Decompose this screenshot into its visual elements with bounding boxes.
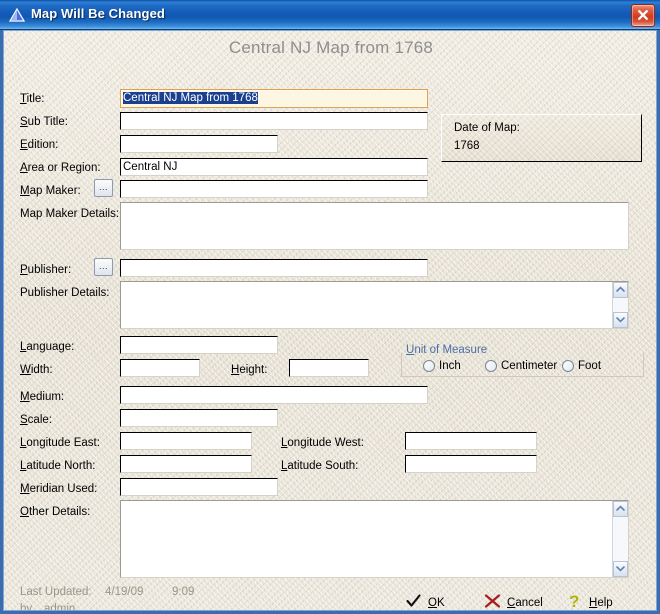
label-area-or-region: Area or Region: — [20, 162, 101, 174]
label-longitude-west: Longitude West: — [281, 437, 364, 449]
publisher-browse-button[interactable]: ... — [94, 258, 113, 276]
label-edition: Edition: — [20, 139, 59, 151]
help-button[interactable]: Help — [589, 597, 613, 609]
label-latitude-north: Latitude North: — [20, 460, 96, 472]
title-input[interactable]: Central NJ Map from 1768 — [120, 89, 428, 108]
language-input[interactable] — [120, 336, 278, 354]
radio-centimeter[interactable] — [485, 360, 497, 372]
label-height: Height: — [231, 364, 268, 376]
label-sub-title: Sub Title: — [20, 116, 68, 128]
last-updated-label: Last Updated: — [20, 586, 92, 598]
dialog-body: Central NJ Map from 1768 Title: Central … — [3, 30, 657, 611]
scrollbar-track[interactable] — [613, 517, 628, 561]
chevron-down-icon[interactable] — [613, 561, 628, 577]
map-maker-details-textarea[interactable] — [120, 202, 629, 250]
medium-input[interactable] — [120, 386, 428, 404]
latitude-south-input[interactable] — [405, 455, 537, 473]
label-publisher-details: Publisher Details: — [20, 287, 110, 299]
area-or-region-input-value: Central NJ — [123, 161, 178, 173]
label-other-details: Other Details: — [20, 506, 91, 518]
title-input-value: Central NJ Map from 1768 — [123, 92, 258, 104]
check-icon — [406, 594, 421, 610]
radio-inch[interactable] — [423, 360, 435, 372]
radio-foot[interactable] — [562, 360, 574, 372]
label-date-of-map: Date of Map: — [454, 122, 520, 134]
label-scale: Scale: — [20, 414, 52, 426]
date-of-map-value: 1768 — [454, 140, 480, 152]
title-bar: Map Will Be Changed — [0, 0, 660, 30]
close-icon[interactable] — [631, 4, 655, 27]
chevron-up-icon[interactable] — [613, 501, 628, 517]
radio-foot-label[interactable]: Foot — [578, 360, 601, 372]
publisher-details-scrollbar[interactable] — [612, 282, 628, 328]
ok-button[interactable]: OK — [428, 597, 445, 609]
svg-text:?: ? — [569, 592, 579, 610]
label-meridian-used: Meridian Used: — [20, 483, 98, 495]
page-title: Central NJ Map from 1768 — [228, 38, 434, 57]
close-x-icon — [484, 593, 501, 610]
other-details-scrollbar[interactable] — [612, 501, 628, 577]
last-updated-date: 4/19/09 — [105, 586, 144, 598]
date-of-map-panel: Date of Map: 1768 — [441, 114, 642, 162]
window-title: Map Will Be Changed — [31, 6, 165, 21]
longitude-east-input[interactable] — [120, 432, 252, 450]
latitude-north-input[interactable] — [120, 455, 252, 473]
label-publisher: Publisher: — [20, 264, 72, 276]
other-details-textarea[interactable] — [120, 500, 629, 578]
label-width: Width: — [20, 364, 53, 376]
meridian-used-input[interactable] — [120, 478, 278, 496]
radio-centimeter-label[interactable]: Centimeter — [501, 360, 557, 372]
question-mark-icon: ? — [567, 592, 581, 610]
publisher-details-textarea[interactable] — [120, 281, 629, 329]
chevron-up-icon[interactable] — [613, 282, 628, 298]
last-updated-by-user: admin — [44, 603, 76, 611]
label-language: Language: — [20, 341, 75, 353]
radio-inch-label[interactable]: Inch — [439, 360, 461, 372]
cancel-button[interactable]: Cancel — [507, 597, 543, 609]
label-longitude-east: Longitude East: — [20, 437, 100, 449]
map-maker-input[interactable] — [120, 180, 428, 198]
sub-title-input[interactable] — [120, 112, 428, 130]
edition-input[interactable] — [120, 135, 278, 153]
label-latitude-south: Latitude South: — [281, 460, 359, 472]
width-input[interactable] — [120, 359, 200, 377]
label-title: Title: — [20, 93, 45, 105]
publisher-input[interactable] — [120, 259, 428, 277]
label-medium: Medium: — [20, 391, 65, 403]
height-input[interactable] — [289, 359, 369, 377]
longitude-west-input[interactable] — [405, 432, 537, 450]
map-maker-browse-button[interactable]: ... — [94, 179, 113, 197]
label-map-maker-details: Map Maker Details: — [20, 208, 120, 220]
last-updated-by-label: by — [20, 603, 33, 611]
scale-input[interactable] — [120, 409, 278, 427]
scrollbar-track[interactable] — [613, 298, 628, 312]
area-or-region-input[interactable]: Central NJ — [120, 158, 428, 176]
last-updated-time: 9:09 — [172, 586, 195, 598]
chevron-down-icon[interactable] — [613, 312, 628, 328]
label-map-maker: Map Maker: — [20, 185, 81, 197]
warning-triangle-icon — [8, 7, 26, 23]
dialog-window: Map Will Be Changed Central NJ Map from … — [0, 0, 660, 614]
